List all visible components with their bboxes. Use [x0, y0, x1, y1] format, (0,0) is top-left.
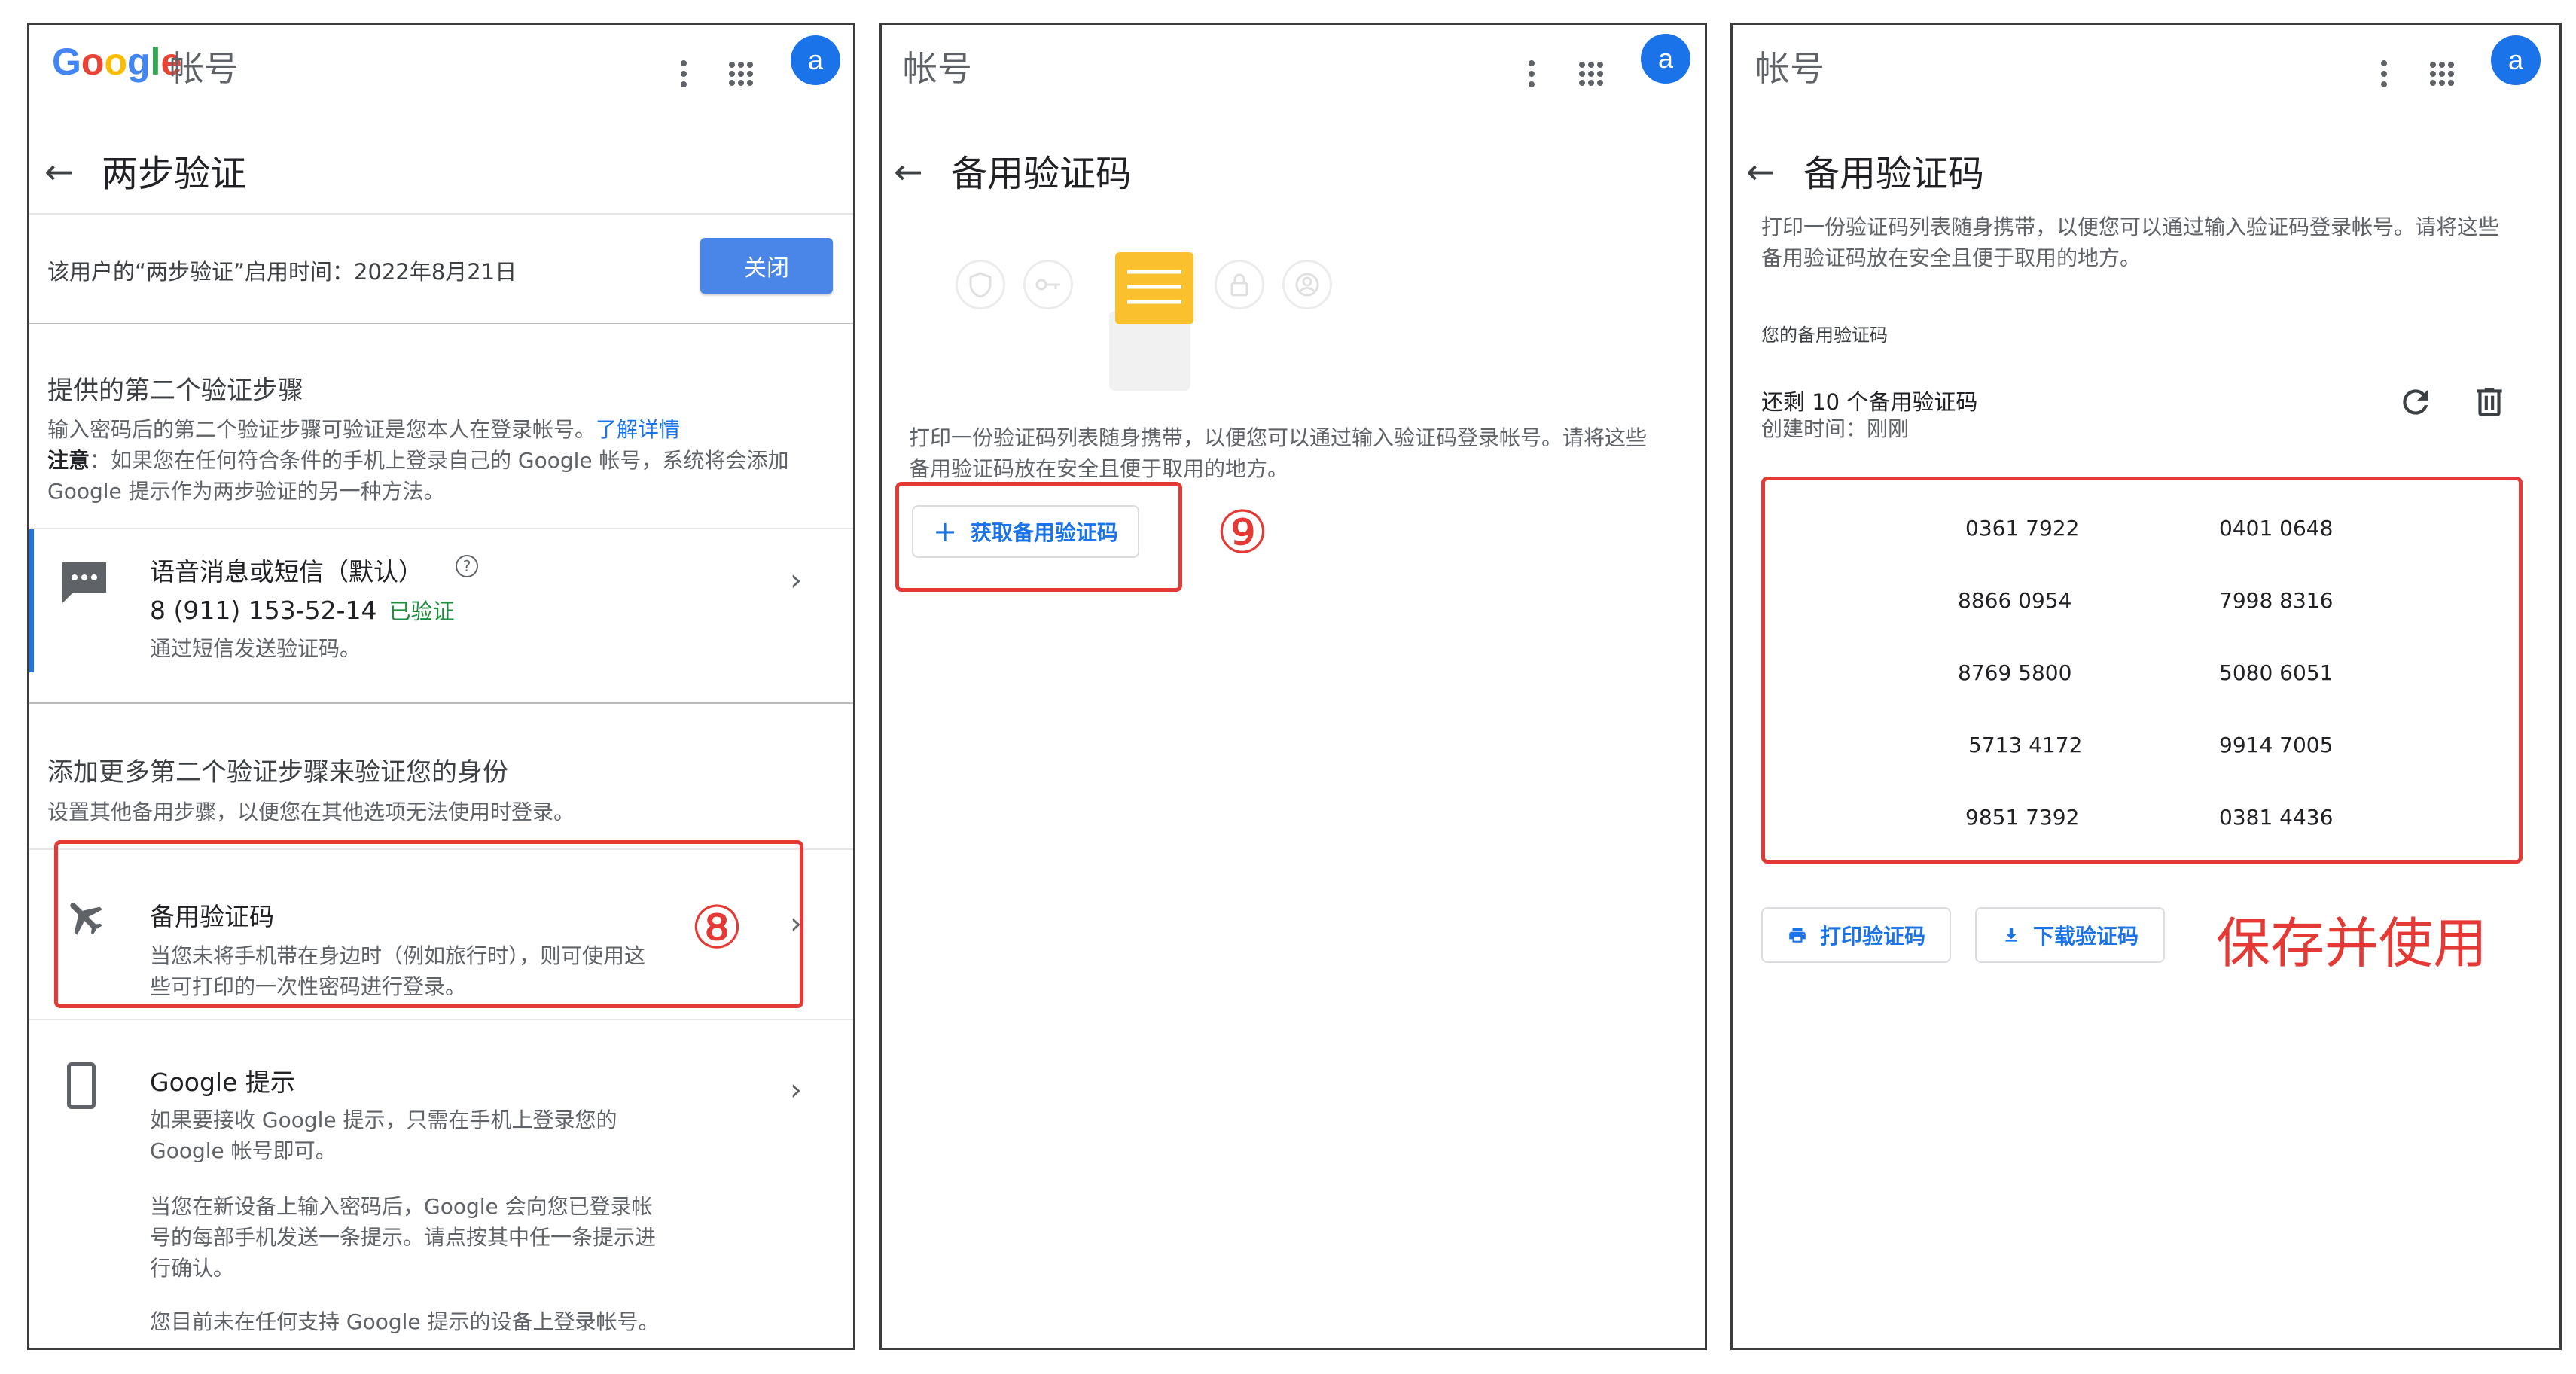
- phone-icon: [67, 1062, 96, 1109]
- save-and-use-note: 保存并使用: [2216, 912, 2488, 975]
- page-title: 两步验证: [102, 153, 247, 195]
- option-description: 通过短信发送验证码。: [150, 636, 361, 661]
- divider: [29, 323, 853, 324]
- key-icon: [1023, 260, 1073, 309]
- button-label: 打印验证码: [1819, 924, 1925, 949]
- option-title: 语音消息或短信（默认）: [150, 557, 423, 586]
- button-label: 下载验证码: [2032, 924, 2139, 949]
- logo-letter: l: [150, 41, 161, 83]
- account-title: 帐号: [903, 48, 972, 89]
- avatar[interactable]: a: [791, 35, 840, 85]
- note-text: 注意：如果您在任何符合条件的手机上登录自己的 Google 帐号，系统将会添加: [47, 445, 789, 476]
- apps-grid-icon[interactable]: [2423, 55, 2461, 93]
- back-arrow-icon[interactable]: ←: [1746, 151, 1776, 192]
- shield-icon: [956, 260, 1005, 309]
- chevron-right-icon: ›: [790, 563, 802, 598]
- created-time: 创建时间：刚刚: [1761, 416, 1910, 441]
- more-vert-icon[interactable]: [1513, 55, 1550, 93]
- page-title: 备用验证码: [951, 153, 1133, 195]
- note-text-2: Google 提示作为两步验证的另一种方法。: [47, 479, 445, 504]
- panel-backup-codes-intro: 帐号 a ← 备用验证码 打印一份验证码列表随身携带，以便您可以通过输入验证码登…: [879, 23, 1707, 1350]
- account-circle-icon: [1282, 260, 1332, 309]
- phone-row: 8 (911) 153-52-14 已验证: [150, 594, 455, 626]
- refresh-icon[interactable]: [2397, 383, 2434, 421]
- option-description: Google 帐号即可。: [150, 1138, 337, 1163]
- option-description: 行确认。: [150, 1256, 235, 1281]
- description: 打印一份验证码列表随身携带，以便您可以通过输入验证码登录帐号。请将这些: [909, 425, 1648, 450]
- note-label: 注意: [47, 448, 90, 473]
- more-vert-icon[interactable]: [2365, 55, 2403, 93]
- back-arrow-icon[interactable]: ←: [44, 151, 74, 192]
- highlight-box: [895, 482, 1182, 592]
- description-text: 输入密码后的第二个验证步骤可验证是您本人在登录帐号。: [47, 417, 596, 442]
- apps-grid-icon[interactable]: [722, 55, 760, 93]
- avatar[interactable]: a: [2491, 35, 2541, 85]
- avatar[interactable]: a: [1641, 34, 1690, 84]
- divider: [29, 213, 853, 215]
- document-icon: [1115, 252, 1193, 324]
- panel-backup-codes-list: 帐号 a ← 备用验证码 打印一份验证码列表随身携带，以便您可以通过输入验证码登…: [1730, 23, 2562, 1350]
- option-description: 号的每部手机发送一条提示。请点按其中任一条提示进: [150, 1225, 657, 1250]
- back-arrow-icon[interactable]: ←: [894, 151, 923, 192]
- remaining-count: 还剩 10 个备用验证码: [1761, 389, 1978, 415]
- learn-more-link[interactable]: 了解详情: [596, 417, 680, 442]
- chevron-right-icon: ›: [790, 1073, 802, 1107]
- option-description: 您目前未在任何支持 Google 提示的设备上登录帐号。: [150, 1309, 660, 1334]
- apps-grid-icon[interactable]: [1572, 55, 1610, 93]
- phone-number: 8 (911) 153-52-14: [150, 596, 377, 625]
- google-prompt-option[interactable]: Google 提示 如果要接收 Google 提示，只需在手机上登录您的 Goo…: [29, 1020, 853, 1336]
- panel-two-step-verification: Google 帐号 a ← 两步验证 该用户的“两步验证”启用时间：2022年8…: [27, 23, 855, 1350]
- download-icon: [2001, 925, 2021, 945]
- section-heading: 添加更多第二个验证步骤来验证您的身份: [47, 757, 508, 788]
- step-marker: ⑨: [1216, 499, 1269, 567]
- verified-badge: 已验证: [389, 599, 455, 624]
- highlight-box: [1761, 477, 2523, 864]
- close-button[interactable]: 关闭: [700, 238, 833, 294]
- option-title: Google 提示: [150, 1068, 295, 1097]
- logo-letter: o: [104, 41, 127, 83]
- print-codes-button[interactable]: 打印验证码: [1761, 907, 1951, 963]
- option-description: 当您在新设备上输入密码后，Google 会向您已登录帐: [150, 1194, 653, 1219]
- your-codes-label: 您的备用验证码: [1761, 324, 1888, 346]
- divider: [29, 702, 853, 704]
- section-heading: 提供的第二个验证步骤: [47, 376, 303, 406]
- delete-icon[interactable]: [2471, 383, 2508, 421]
- selected-indicator: [29, 529, 34, 672]
- description-2: 备用验证码放在安全且便于取用的地方。: [909, 456, 1289, 481]
- account-title: 帐号: [1755, 48, 1825, 89]
- help-icon[interactable]: ?: [456, 555, 478, 577]
- logo-letter: o: [81, 41, 105, 83]
- page-title: 备用验证码: [1803, 153, 1985, 195]
- sms-icon: [59, 559, 109, 609]
- enabled-since-text: 该用户的“两步验证”启用时间：2022年8月21日: [47, 259, 517, 285]
- description-2: 备用验证码放在安全且便于取用的地方。: [1761, 245, 2142, 270]
- account-title: 帐号: [169, 48, 239, 89]
- lock-icon: [1215, 260, 1264, 309]
- print-icon: [1787, 925, 1808, 945]
- section-description: 设置其他备用步骤，以便您在其他选项无法使用时登录。: [47, 800, 575, 824]
- voice-sms-option[interactable]: 语音消息或短信（默认） ? 8 (911) 153-52-14 已验证 通过短信发…: [29, 529, 853, 672]
- note-body: ：如果您在任何符合条件的手机上登录自己的 Google 帐号，系统将会添加: [90, 448, 789, 473]
- logo-letter: G: [52, 41, 81, 83]
- option-description: 如果要接收 Google 提示，只需在手机上登录您的: [150, 1107, 617, 1132]
- google-logo: Google: [52, 40, 181, 84]
- section-description: 输入密码后的第二个验证步骤可验证是您本人在登录帐号。了解详情: [47, 414, 680, 445]
- more-vert-icon[interactable]: [665, 55, 703, 93]
- logo-letter: g: [127, 41, 151, 83]
- description: 打印一份验证码列表随身携带，以便您可以通过输入验证码登录帐号。请将这些: [1761, 215, 2500, 239]
- download-codes-button[interactable]: 下载验证码: [1975, 907, 2165, 963]
- step-marker: ⑧: [690, 894, 743, 962]
